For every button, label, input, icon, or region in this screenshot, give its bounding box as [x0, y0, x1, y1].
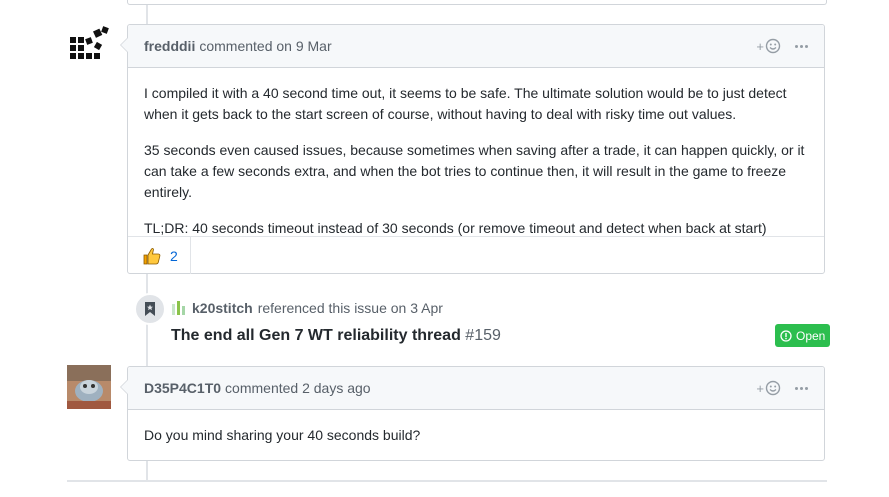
comment-header: D35P4C1T0 commented 2 days ago +: [128, 367, 824, 410]
comment-paragraph: TL;DR: 40 seconds timeout instead of 30 …: [144, 220, 767, 236]
comment-header: fredddii commented on 9 Mar +: [128, 25, 824, 68]
comment-meta[interactable]: commented on 9 Mar: [199, 38, 331, 54]
timeline-line: [146, 461, 148, 481]
bookmark-icon: [145, 302, 155, 316]
reference-meta: k20stitch referenced this issue on 3 Apr: [171, 300, 443, 316]
reference-author[interactable]: k20stitch: [192, 300, 253, 316]
reference-badge: [134, 293, 166, 325]
smiley-icon: [765, 380, 781, 396]
photo-avatar: [67, 365, 111, 409]
comment-author[interactable]: fredddii: [144, 38, 195, 54]
reference-number[interactable]: #159: [465, 327, 501, 344]
previous-comment-edge: [127, 0, 827, 5]
kebab-icon[interactable]: [795, 44, 808, 48]
add-reaction-button[interactable]: +: [756, 380, 781, 396]
status-badge: Open: [775, 324, 831, 347]
thumbs-up-icon: [143, 247, 161, 264]
comment-meta[interactable]: commented 2 days ago: [225, 380, 371, 396]
comment: fredddii commented on 9 Mar + I compiled…: [120, 24, 825, 274]
reactions-bar: 2: [128, 236, 824, 274]
comment-paragraph: I compiled it with a 40 second time out,…: [144, 85, 787, 122]
add-reaction-button[interactable]: +: [756, 38, 781, 54]
reference-link[interactable]: The end all Gen 7 WT reliability thread …: [171, 327, 501, 345]
identicon-avatar: [70, 26, 109, 59]
reaction-count: 2: [170, 247, 178, 264]
add-reaction-plus: +: [756, 38, 764, 54]
issue-opened-icon: [780, 329, 792, 342]
comment-body: Do you mind sharing your 40 seconds buil…: [128, 410, 824, 461]
kebab-icon[interactable]: [795, 386, 808, 390]
smiley-icon: [765, 38, 781, 54]
comment-body: I compiled it with a 40 second time out,…: [128, 68, 824, 236]
reference-title[interactable]: The end all Gen 7 WT reliability thread: [171, 327, 461, 344]
comment-paragraph: Do you mind sharing your 40 seconds buil…: [144, 427, 421, 443]
comment-author[interactable]: D35P4C1T0: [144, 380, 221, 396]
add-reaction-plus: +: [756, 380, 764, 396]
reference-action[interactable]: referenced this issue on 3 Apr: [258, 300, 443, 316]
repo-bars-icon: [172, 301, 185, 315]
thumbs-up-reaction[interactable]: 2: [128, 237, 191, 274]
status-label: Open: [796, 328, 826, 343]
avatar[interactable]: [67, 365, 111, 409]
comment: D35P4C1T0 commented 2 days ago + Do you …: [120, 366, 825, 461]
comment-paragraph: 35 seconds even caused issues, because s…: [144, 142, 805, 200]
avatar[interactable]: [67, 24, 111, 68]
timeline-divider: [67, 480, 827, 482]
